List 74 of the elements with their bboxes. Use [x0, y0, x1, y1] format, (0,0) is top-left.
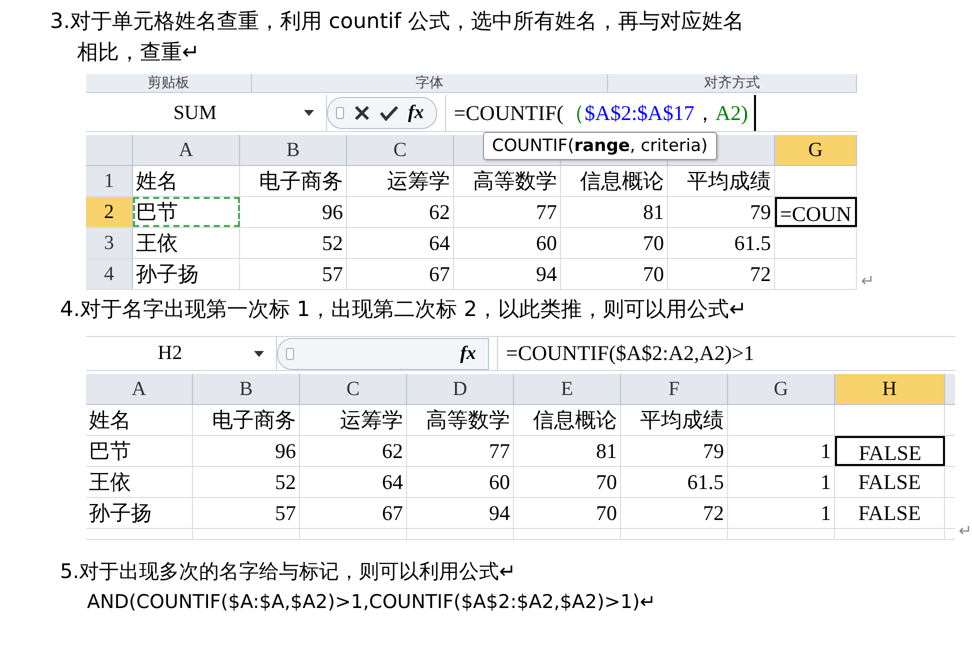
table-cell: 1 [728, 467, 835, 497]
ribbon-group-label: 对齐方式 [608, 74, 857, 92]
formula-text: =COUNTIF( [454, 100, 564, 126]
table-cell: 67 [300, 498, 407, 528]
formula-text: $A$2:$A$17 [584, 100, 694, 126]
table-cell: FALSE [835, 467, 945, 497]
formula-text: ， [694, 100, 716, 127]
table-cell: 平均成绩 [668, 166, 775, 196]
table-cell: 姓名 [133, 166, 240, 196]
table-cell: 王依 [86, 467, 193, 497]
table-cell: 巴节 [86, 436, 193, 466]
table-cell: 信息概论 [561, 166, 668, 196]
table-cell: 94 [454, 259, 561, 289]
table-cell: 64 [347, 228, 454, 258]
cell-reference: SUM [172, 102, 218, 124]
text-line: 相比，查重↵ [76, 39, 201, 66]
table-cell: 52 [240, 228, 347, 258]
table-cell: 电子商务 [193, 405, 300, 435]
table-cell: 62 [300, 436, 407, 466]
table-cell: 57 [240, 259, 347, 289]
cell-reference: H2 [156, 342, 184, 365]
table-cell: 79 [668, 197, 775, 227]
text-line: AND(COUNTIF($A:$A,$A2)>1,COUNTIF($A$2:$A2,$A2)>1)↵ [86, 590, 657, 615]
table-cell: 96 [193, 436, 300, 466]
table-cell: 77 [407, 436, 514, 466]
table-cell: 52 [193, 467, 300, 497]
table-cell: 70 [514, 498, 621, 528]
table-cell: 1 [728, 436, 835, 466]
text-line: 4.对于名字出现第一次标 1，出现第二次标 2，以此类推，则可以用公式↵ [59, 296, 748, 323]
table-cell: 57 [193, 498, 300, 528]
table-cell: 高等数学 [407, 405, 514, 435]
table-cell: 电子商务 [240, 166, 347, 196]
table-cell: 81 [514, 436, 621, 466]
text-line: 3.对于单元格姓名查重，利用 countif 公式，选中所有姓名，再与对应姓名 [50, 8, 745, 35]
table-cell: 巴节 [133, 197, 240, 227]
table-cell: 94 [407, 498, 514, 528]
table-cell: 67 [347, 259, 454, 289]
table-cell: 81 [561, 197, 668, 227]
table-cell: 79 [621, 436, 728, 466]
formula-text: A2) [715, 100, 748, 126]
table-cell: 60 [407, 467, 514, 497]
table-cell: 70 [561, 228, 668, 258]
paragraph-mark: ↵ [958, 521, 972, 540]
table-cell: =COUN [775, 197, 857, 227]
table-cell: 孙子扬 [86, 498, 193, 528]
table-cell: 运筹学 [347, 166, 454, 196]
table-cell: 1 [728, 498, 835, 528]
table-cell: FALSE [835, 498, 945, 528]
table-cell: 信息概论 [514, 405, 621, 435]
ribbon-group-label: 剪贴板 [86, 74, 252, 92]
ribbon-group-label: 字体 [252, 74, 608, 92]
table-cell: 96 [240, 197, 347, 227]
table-cell: 姓名 [86, 405, 193, 435]
table-cell: 运筹学 [300, 405, 407, 435]
paragraph-mark: ↵ [861, 271, 874, 290]
table-cell: 72 [621, 498, 728, 528]
table-cell: 62 [347, 197, 454, 227]
table-cell: 61.5 [668, 228, 775, 258]
table-cell: 64 [300, 467, 407, 497]
table-cell: FALSE [835, 436, 945, 466]
table-cell: 61.5 [621, 467, 728, 497]
table-cell: 72 [668, 259, 775, 289]
formula-text: =COUNTIF($A$2:A2,A2)>1 [506, 341, 754, 366]
table-cell: 70 [514, 467, 621, 497]
table-cell: 77 [454, 197, 561, 227]
table-cell: 王依 [133, 228, 240, 258]
text-line: 5.对于出现多次的名字给与标记，则可以利用公式↵ [60, 558, 517, 585]
table-cell: 70 [561, 259, 668, 289]
table-cell: 平均成绩 [621, 405, 728, 435]
function-tooltip: COUNTIF(range, criteria) [483, 132, 717, 160]
table-cell: 60 [454, 228, 561, 258]
table-cell: 孙子扬 [133, 259, 240, 289]
formula-text: （ [564, 100, 585, 127]
table-cell: 高等数学 [454, 166, 561, 196]
